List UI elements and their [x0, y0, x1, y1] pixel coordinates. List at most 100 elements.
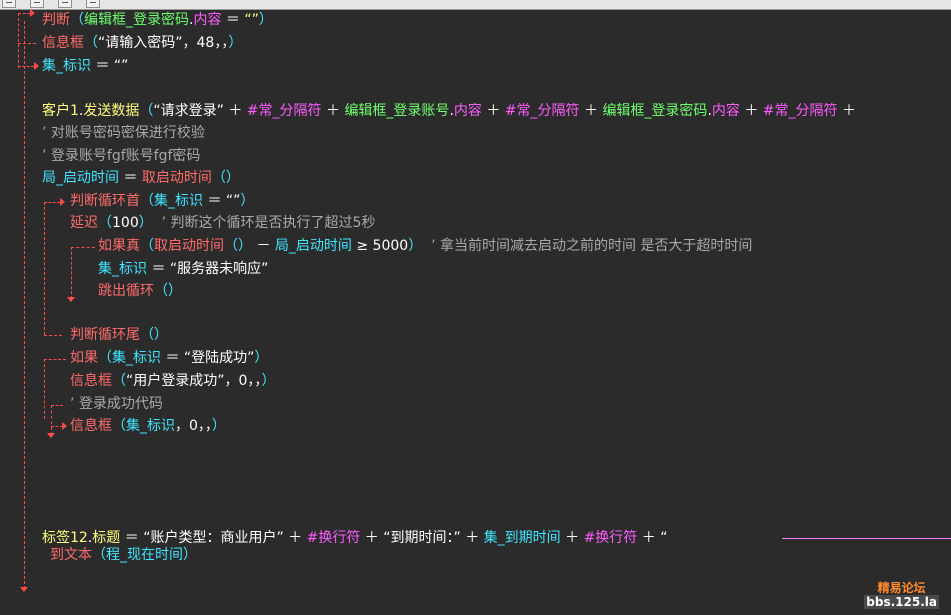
code-token: 取启动时间 [141, 170, 212, 186]
code-line-19[interactable]: 到文本（程_现在时间） [50, 544, 197, 567]
code-token: 如果 [70, 350, 98, 366]
code-line-3[interactable]: 集_标识 ＝ “” [42, 55, 128, 78]
flow-line-if2 [44, 359, 45, 419]
code-line-15[interactable]: 信息框（“用户登录成功”，0，，） [70, 370, 275, 393]
code-token: 判断循环首 [70, 193, 140, 209]
code-token: ＋ [637, 530, 661, 546]
code-token: ’ 拿当前时间减去启动之前的时间 是否大于超时时间 [422, 238, 753, 254]
flow-branch-if1-a [18, 13, 30, 14]
code-token: （ [98, 350, 112, 366]
flow-branch-loop-bottom [44, 335, 62, 336]
flow-branch-if2-else [51, 405, 63, 406]
code-line-10[interactable]: 如果真（取启动时间（） － 局_启动时间 ≥ 5000） ’ 拿当前时间减去启动… [98, 235, 752, 258]
code-token: 编辑框_登录账号 [344, 103, 450, 119]
code-token: 客户1 [42, 103, 79, 119]
code-line-7[interactable]: 局_启动时间 ＝ 取启动时间（） [42, 167, 240, 190]
code-token: “登陆成功” [183, 350, 255, 366]
code-line-6[interactable]: ’ 登录账号fgf账号fgf密码 [42, 145, 200, 168]
flow-arrow-ifreal [67, 297, 75, 302]
code-token: ） [261, 373, 276, 389]
code-token: “请输入密码” [98, 35, 183, 51]
flow-branch-ifreal [71, 247, 95, 248]
flow-branch-if1-b [18, 43, 36, 44]
code-line-9[interactable]: 延迟（100） ’ 判断这个循环是否执行了超过5秒 [70, 212, 375, 235]
code-token: 集_标识 [42, 58, 91, 74]
code-token: 集_标识 [126, 418, 175, 434]
code-token: ＋ [739, 103, 763, 119]
code-editor[interactable]: 判断（编辑框_登录密码.内容 ＝ “”） 信息框（“请输入密码”，48，，） 集… [0, 9, 951, 615]
code-token: 集_标识 [98, 261, 147, 277]
code-token: ） [183, 547, 197, 563]
code-line-2[interactable]: 信息框（“请输入密码”，48，，） [42, 32, 242, 55]
code-token: ’ 判断这个循环是否执行了超过5秒 [152, 215, 376, 231]
flow-branch-if1-c [18, 66, 34, 67]
code-token: （ [92, 547, 106, 563]
flow-line-if1 [18, 13, 19, 68]
code-token: 跳出循环 [98, 283, 154, 299]
code-token: ＝ [203, 193, 226, 209]
code-line-4[interactable]: 客户1.发送数据（“请求登录” ＋ #常_分隔符 ＋ 编辑框_登录账号.内容 ＋… [42, 100, 856, 123]
toolbar-button-3[interactable] [58, 0, 72, 8]
code-line-12[interactable]: 跳出循环（） [98, 280, 182, 303]
watermark: 精易论坛 bbs.125.la [864, 581, 939, 609]
code-token: 信息框 [70, 418, 112, 434]
string-overflow-line [782, 538, 951, 539]
code-token: 集_标识 [112, 350, 161, 366]
toolbar-button-4[interactable] [86, 0, 100, 8]
code-token: ’ 对账号密码密保进行校验 [42, 125, 205, 141]
code-token: ＝ [91, 58, 114, 74]
code-token: 发送数据 [83, 103, 140, 119]
code-token: 程_现在时间 [106, 547, 183, 563]
code-token: ＝ [147, 261, 170, 277]
flow-line-ifreal [71, 247, 72, 299]
code-line-14[interactable]: 如果（集_标识 ＝ “登陆成功”） [70, 347, 268, 370]
code-token: “ [660, 530, 668, 546]
code-token: “” [244, 12, 259, 28]
code-token: #换行符 [583, 530, 638, 546]
code-token: ＋ [837, 103, 856, 119]
code-token: （ [112, 418, 126, 434]
code-line-5[interactable]: ’ 对账号密码密保进行校验 [42, 122, 205, 145]
code-line-16[interactable]: ’ 登录成功代码 [70, 393, 163, 416]
flow-branch-loop-top [44, 202, 60, 203]
code-token: #常_分隔符 [246, 103, 322, 119]
code-token: （ [70, 12, 84, 28]
flow-branch-if2 [44, 359, 66, 360]
code-token: （） [154, 283, 182, 299]
code-line-17[interactable]: 信息框（集_标识，0，，） [70, 415, 226, 438]
code-line-1[interactable]: 判断（编辑框_登录密码.内容 ＝ “”） [42, 9, 273, 32]
code-token: 信息框 [70, 373, 112, 389]
watermark-url: bbs.125.la [864, 595, 939, 609]
code-token: ＋ [579, 103, 603, 119]
code-token: ） [211, 418, 226, 434]
code-token: ＋ [283, 530, 307, 546]
code-token: （ [140, 193, 154, 209]
code-token: 5000 [372, 238, 409, 254]
code-token: 内容 [193, 12, 222, 28]
code-token: #常_分隔符 [762, 103, 838, 119]
code-token: ） [254, 350, 269, 366]
code-token: 内容 [711, 103, 740, 119]
flow-line-loop [44, 202, 45, 335]
code-token: 取启动时间 [154, 238, 224, 254]
code-token: ） [138, 215, 153, 231]
code-token: ＝ [161, 350, 184, 366]
code-line-11[interactable]: 集_标识 ＝ “服务器未响应” [98, 258, 268, 281]
code-line-13[interactable]: 判断循环尾（） [70, 324, 168, 347]
code-token: “请求登录” [153, 103, 224, 119]
code-token: “用户登录成功” [126, 373, 225, 389]
code-token: ＋ [560, 530, 584, 546]
code-token: 信息框 [42, 35, 84, 51]
toolbar-button-2[interactable] [30, 0, 44, 8]
code-token: ’ 登录成功代码 [70, 396, 163, 412]
code-token: 集_标识 [154, 193, 203, 209]
code-token: ） [258, 12, 273, 28]
code-token: 局_启动时间 [42, 170, 119, 186]
flow-arrow-if2-end [47, 433, 55, 438]
code-line-8[interactable]: 判断循环首（集_标识 ＝ “”） [70, 190, 254, 213]
code-token: #常_分隔符 [504, 103, 580, 119]
code-token: ’ 登录账号fgf账号fgf密码 [42, 148, 201, 164]
toolbar-button-1[interactable] [2, 0, 16, 8]
code-token: ，0，， [224, 373, 262, 389]
code-token: ，0，， [175, 418, 212, 434]
